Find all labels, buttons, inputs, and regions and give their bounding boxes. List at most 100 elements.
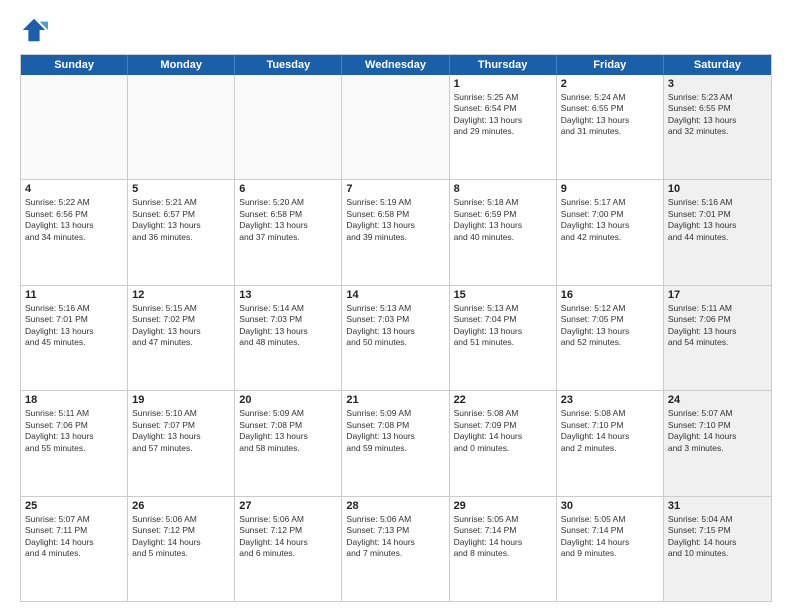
header-day-thursday: Thursday xyxy=(450,55,557,75)
day-number: 14 xyxy=(346,289,444,301)
day-cell-25: 25 Sunrise: 5:07 AM Sunset: 7:11 PM Dayli… xyxy=(21,497,128,601)
calendar-row-3: 11 Sunrise: 5:16 AM Sunset: 7:01 PM Dayli… xyxy=(21,286,771,391)
day-cell-23: 23 Sunrise: 5:08 AM Sunset: 7:10 PM Dayli… xyxy=(557,391,664,495)
cell-info: Sunrise: 5:25 AM Sunset: 6:54 PM Dayligh… xyxy=(454,92,552,138)
day-cell-4: 4 Sunrise: 5:22 AM Sunset: 6:56 PM Daylig… xyxy=(21,180,128,284)
calendar-row-4: 18 Sunrise: 5:11 AM Sunset: 7:06 PM Dayli… xyxy=(21,391,771,496)
cell-info: Sunrise: 5:06 AM Sunset: 7:12 PM Dayligh… xyxy=(132,514,230,560)
cell-info: Sunrise: 5:18 AM Sunset: 6:59 PM Dayligh… xyxy=(454,197,552,243)
day-cell-31: 31 Sunrise: 5:04 AM Sunset: 7:15 PM Dayli… xyxy=(664,497,771,601)
empty-cell xyxy=(342,75,449,179)
day-number: 26 xyxy=(132,500,230,512)
day-cell-30: 30Sunrise: 5:05 AM Sunset: 7:14 PM Dayli… xyxy=(557,497,664,601)
day-number: 28 xyxy=(346,500,444,512)
header-day-monday: Monday xyxy=(128,55,235,75)
cell-info: Sunrise: 5:07 AM Sunset: 7:11 PM Dayligh… xyxy=(25,514,123,560)
day-cell-29: 29 Sunrise: 5:05 AM Sunset: 7:14 PM Dayli… xyxy=(450,497,557,601)
day-number: 18 xyxy=(25,394,123,406)
cell-info: Sunrise: 5:13 AM Sunset: 7:03 PM Dayligh… xyxy=(346,303,444,349)
cell-info: Sunrise: 5:17 AM Sunset: 7:00 PM Dayligh… xyxy=(561,197,659,243)
day-number: 25 xyxy=(25,500,123,512)
day-number: 7 xyxy=(346,183,444,195)
day-cell-2: 2 Sunrise: 5:24 AM Sunset: 6:55 PM Daylig… xyxy=(557,75,664,179)
day-number: 6 xyxy=(239,183,337,195)
day-number: 19 xyxy=(132,394,230,406)
calendar: SundayMondayTuesdayWednesdayThursdayFrid… xyxy=(20,54,772,602)
day-number: 12 xyxy=(132,289,230,301)
day-number: 31 xyxy=(668,500,767,512)
cell-info: Sunrise: 5:10 AM Sunset: 7:07 PM Dayligh… xyxy=(132,408,230,454)
day-number: 13 xyxy=(239,289,337,301)
cell-info: Sunrise: 5:21 AM Sunset: 6:57 PM Dayligh… xyxy=(132,197,230,243)
day-cell-26: 26 Sunrise: 5:06 AM Sunset: 7:12 PM Dayli… xyxy=(128,497,235,601)
day-number: 2 xyxy=(561,78,659,90)
day-cell-27: 27 Sunrise: 5:06 AM Sunset: 7:12 PM Dayli… xyxy=(235,497,342,601)
day-cell-12: 12Sunrise: 5:15 AM Sunset: 7:02 PM Dayli… xyxy=(128,286,235,390)
day-number: 9 xyxy=(561,183,659,195)
cell-info: Sunrise: 5:06 AM Sunset: 7:12 PM Dayligh… xyxy=(239,514,337,560)
day-number: 24 xyxy=(668,394,767,406)
day-number: 1 xyxy=(454,78,552,90)
day-cell-22: 22 Sunrise: 5:08 AM Sunset: 7:09 PM Dayli… xyxy=(450,391,557,495)
page: SundayMondayTuesdayWednesdayThursdayFrid… xyxy=(0,0,792,612)
cell-info: Sunrise: 5:19 AM Sunset: 6:58 PM Dayligh… xyxy=(346,197,444,243)
day-cell-9: 9 Sunrise: 5:17 AM Sunset: 7:00 PM Daylig… xyxy=(557,180,664,284)
day-cell-8: 8Sunrise: 5:18 AM Sunset: 6:59 PM Daylig… xyxy=(450,180,557,284)
day-number: 10 xyxy=(668,183,767,195)
day-number: 23 xyxy=(561,394,659,406)
empty-cell xyxy=(21,75,128,179)
day-cell-10: 10 Sunrise: 5:16 AM Sunset: 7:01 PM Dayli… xyxy=(664,180,771,284)
header-day-wednesday: Wednesday xyxy=(342,55,449,75)
day-number: 17 xyxy=(668,289,767,301)
day-cell-1: 1 Sunrise: 5:25 AM Sunset: 6:54 PM Daylig… xyxy=(450,75,557,179)
day-number: 30 xyxy=(561,500,659,512)
empty-cell xyxy=(235,75,342,179)
cell-info: Sunrise: 5:16 AM Sunset: 7:01 PM Dayligh… xyxy=(25,303,123,349)
logo-icon xyxy=(20,16,48,44)
cell-info: Sunrise: 5:06 AM Sunset: 7:13 PM Dayligh… xyxy=(346,514,444,560)
day-number: 21 xyxy=(346,394,444,406)
cell-info: Sunrise: 5:07 AM Sunset: 7:10 PM Dayligh… xyxy=(668,408,767,454)
header xyxy=(20,16,772,44)
cell-info: Sunrise: 5:13 AM Sunset: 7:04 PM Dayligh… xyxy=(454,303,552,349)
header-day-sunday: Sunday xyxy=(21,55,128,75)
day-cell-20: 20Sunrise: 5:09 AM Sunset: 7:08 PM Dayli… xyxy=(235,391,342,495)
day-cell-16: 16Sunrise: 5:12 AM Sunset: 7:05 PM Dayli… xyxy=(557,286,664,390)
day-number: 29 xyxy=(454,500,552,512)
cell-info: Sunrise: 5:20 AM Sunset: 6:58 PM Dayligh… xyxy=(239,197,337,243)
cell-info: Sunrise: 5:09 AM Sunset: 7:08 PM Dayligh… xyxy=(346,408,444,454)
calendar-body: 1 Sunrise: 5:25 AM Sunset: 6:54 PM Daylig… xyxy=(21,75,771,601)
day-cell-15: 15 Sunrise: 5:13 AM Sunset: 7:04 PM Dayli… xyxy=(450,286,557,390)
cell-info: Sunrise: 5:12 AM Sunset: 7:05 PM Dayligh… xyxy=(561,303,659,349)
day-cell-18: 18 Sunrise: 5:11 AM Sunset: 7:06 PM Dayli… xyxy=(21,391,128,495)
day-number: 27 xyxy=(239,500,337,512)
cell-info: Sunrise: 5:04 AM Sunset: 7:15 PM Dayligh… xyxy=(668,514,767,560)
empty-cell xyxy=(128,75,235,179)
cell-info: Sunrise: 5:05 AM Sunset: 7:14 PM Dayligh… xyxy=(454,514,552,560)
day-cell-19: 19 Sunrise: 5:10 AM Sunset: 7:07 PM Dayli… xyxy=(128,391,235,495)
header-day-friday: Friday xyxy=(557,55,664,75)
cell-info: Sunrise: 5:11 AM Sunset: 7:06 PM Dayligh… xyxy=(25,408,123,454)
day-cell-3: 3Sunrise: 5:23 AM Sunset: 6:55 PM Daylig… xyxy=(664,75,771,179)
day-cell-13: 13 Sunrise: 5:14 AM Sunset: 7:03 PM Dayli… xyxy=(235,286,342,390)
day-cell-17: 17Sunrise: 5:11 AM Sunset: 7:06 PM Dayli… xyxy=(664,286,771,390)
day-cell-5: 5Sunrise: 5:21 AM Sunset: 6:57 PM Daylig… xyxy=(128,180,235,284)
cell-info: Sunrise: 5:16 AM Sunset: 7:01 PM Dayligh… xyxy=(668,197,767,243)
day-cell-7: 7 Sunrise: 5:19 AM Sunset: 6:58 PM Daylig… xyxy=(342,180,449,284)
header-day-tuesday: Tuesday xyxy=(235,55,342,75)
day-cell-14: 14 Sunrise: 5:13 AM Sunset: 7:03 PM Dayli… xyxy=(342,286,449,390)
day-cell-6: 6 Sunrise: 5:20 AM Sunset: 6:58 PM Daylig… xyxy=(235,180,342,284)
calendar-row-1: 1 Sunrise: 5:25 AM Sunset: 6:54 PM Daylig… xyxy=(21,75,771,180)
cell-info: Sunrise: 5:08 AM Sunset: 7:09 PM Dayligh… xyxy=(454,408,552,454)
day-number: 11 xyxy=(25,289,123,301)
cell-info: Sunrise: 5:08 AM Sunset: 7:10 PM Dayligh… xyxy=(561,408,659,454)
day-number: 4 xyxy=(25,183,123,195)
day-number: 20 xyxy=(239,394,337,406)
day-number: 22 xyxy=(454,394,552,406)
cell-info: Sunrise: 5:14 AM Sunset: 7:03 PM Dayligh… xyxy=(239,303,337,349)
calendar-row-5: 25 Sunrise: 5:07 AM Sunset: 7:11 PM Dayli… xyxy=(21,497,771,601)
calendar-row-2: 4 Sunrise: 5:22 AM Sunset: 6:56 PM Daylig… xyxy=(21,180,771,285)
day-number: 15 xyxy=(454,289,552,301)
cell-info: Sunrise: 5:22 AM Sunset: 6:56 PM Dayligh… xyxy=(25,197,123,243)
cell-info: Sunrise: 5:24 AM Sunset: 6:55 PM Dayligh… xyxy=(561,92,659,138)
